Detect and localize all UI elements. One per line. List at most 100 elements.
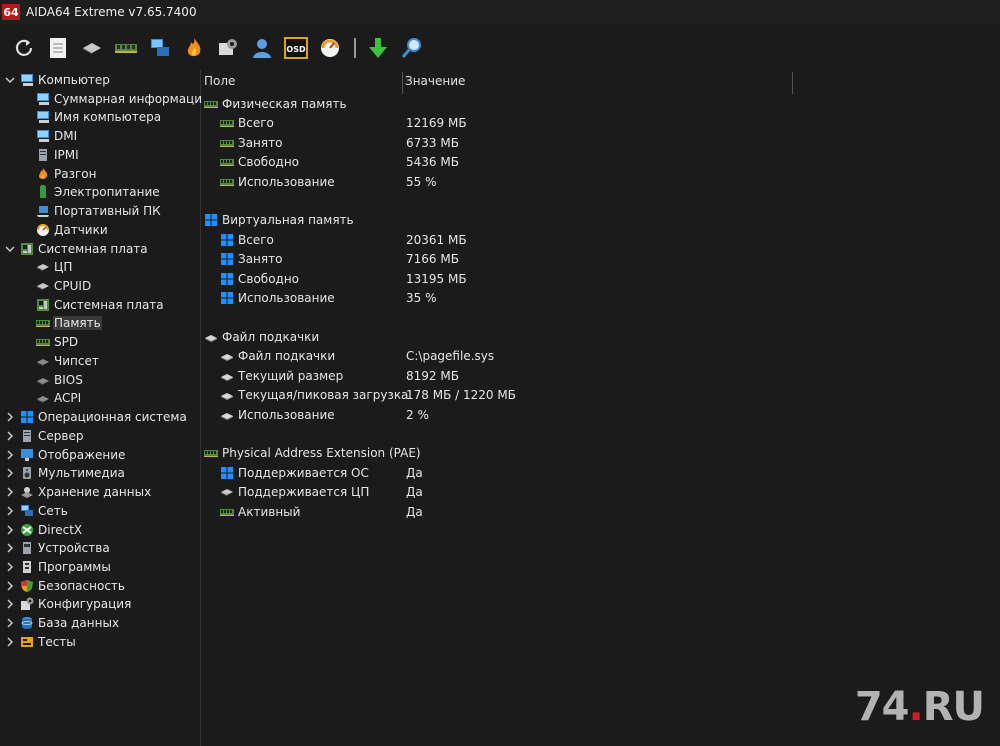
osd-label: OSD <box>286 45 306 54</box>
chevron-right-icon[interactable] <box>4 430 16 442</box>
section-header[interactable]: Файл подкачки <box>204 327 319 346</box>
tree-item[interactable]: Конфигурация <box>4 595 132 613</box>
tree-item[interactable]: ACPI <box>20 389 82 407</box>
chevron-right-icon[interactable] <box>4 524 16 536</box>
memory-icon <box>36 316 50 330</box>
network-icon <box>151 39 169 56</box>
tree-item[interactable]: Компьютер <box>4 71 111 89</box>
overclock-button[interactable] <box>182 36 206 60</box>
tree-item[interactable]: Отображение <box>4 446 126 464</box>
chevron-down-icon[interactable] <box>4 74 16 86</box>
network-button[interactable] <box>148 36 172 60</box>
chevron-right-icon[interactable] <box>4 561 16 573</box>
tree-item[interactable]: Электропитание <box>20 183 161 201</box>
table-row[interactable]: Всего 20361 МБ <box>220 230 980 249</box>
tree-item[interactable]: DirectX <box>4 521 83 539</box>
chevron-right-icon[interactable] <box>4 411 16 423</box>
tree-item[interactable]: ЦП <box>20 258 73 276</box>
field-value: Да <box>406 485 423 499</box>
sensors-button[interactable] <box>318 36 342 60</box>
column-divider[interactable] <box>792 72 793 94</box>
chip-icon <box>36 373 50 387</box>
tree-item[interactable]: Программы <box>4 558 112 576</box>
chevron-down-icon[interactable] <box>4 243 16 255</box>
chevron-right-icon[interactable] <box>4 580 16 592</box>
user-button[interactable] <box>250 36 274 60</box>
tree-item[interactable]: Чипсет <box>20 352 100 370</box>
chevron-right-icon[interactable] <box>4 449 16 461</box>
tree-item[interactable]: Суммарная информация <box>20 90 210 108</box>
refresh-button[interactable] <box>12 36 36 60</box>
tree-item[interactable]: Сеть <box>4 502 69 520</box>
field-label: Использование <box>238 291 335 305</box>
tree-item[interactable]: Безопасность <box>4 577 126 595</box>
table-row[interactable]: Использование 55 % <box>220 172 980 191</box>
tree-item[interactable]: DMI <box>20 127 78 145</box>
chip-icon <box>36 354 50 368</box>
table-row[interactable]: Использование 2 % <box>220 405 980 424</box>
section-header[interactable]: Физическая память <box>204 94 347 113</box>
config-button[interactable] <box>216 36 240 60</box>
tree-item[interactable]: Память <box>20 314 102 332</box>
table-row[interactable]: Активный Да <box>220 502 980 521</box>
memory-button[interactable] <box>114 36 138 60</box>
chevron-right-icon[interactable] <box>4 467 16 479</box>
tree-item[interactable]: Системная плата <box>20 296 165 314</box>
table-row[interactable]: Поддерживается ЦП Да <box>220 483 980 502</box>
osd-button[interactable]: OSD <box>284 36 308 60</box>
tree-item[interactable]: CPUID <box>20 277 92 295</box>
section-header[interactable]: Виртуальная память <box>204 211 354 230</box>
section-header[interactable]: Physical Address Extension (PAE) <box>204 444 421 463</box>
tree-item[interactable]: Разгон <box>20 165 97 183</box>
tree-item[interactable]: Мультимедиа <box>4 464 126 482</box>
tree-item[interactable]: Хранение данных <box>4 483 152 501</box>
tree-item[interactable]: Портативный ПК <box>20 202 162 220</box>
tree-item[interactable]: BIOS <box>20 371 84 389</box>
computer-icon <box>36 129 50 143</box>
table-row[interactable]: Занято 6733 МБ <box>220 133 980 152</box>
motherboard-icon <box>20 242 34 256</box>
chevron-right-icon[interactable] <box>4 617 16 629</box>
tree-item[interactable]: Операционная система <box>4 408 188 426</box>
table-row[interactable]: Свободно 13195 МБ <box>220 269 980 288</box>
table-row[interactable]: Занято 7166 МБ <box>220 250 980 269</box>
table-row[interactable]: Свободно 5436 МБ <box>220 153 980 172</box>
tree-item[interactable]: Тесты <box>4 633 77 651</box>
memory-icon <box>204 446 218 460</box>
tree-item[interactable]: SPD <box>20 333 79 351</box>
motherboard-button[interactable] <box>80 36 104 60</box>
server-icon <box>20 429 34 443</box>
tree-item[interactable]: Имя компьютера <box>20 108 162 126</box>
search-button[interactable] <box>400 36 424 60</box>
tree-item[interactable]: База данных <box>4 614 120 632</box>
tree-item-label: Системная плата <box>54 297 164 312</box>
section-title: Виртуальная память <box>222 213 354 227</box>
chevron-right-icon[interactable] <box>4 636 16 648</box>
table-row[interactable]: Текущий размер 8192 МБ <box>220 366 980 385</box>
table-row[interactable]: Поддерживается ОС Да <box>220 463 980 482</box>
column-header-value[interactable]: Значение <box>403 70 465 92</box>
column-header-field[interactable]: Поле <box>202 70 235 92</box>
tree-item-label: DMI <box>54 129 78 144</box>
tree-item[interactable]: Датчики <box>20 221 109 239</box>
config-icon <box>219 39 237 55</box>
report-button[interactable] <box>46 36 70 60</box>
tree-item[interactable]: Системная плата <box>4 240 149 258</box>
tree-item-label: Сеть <box>38 503 68 518</box>
field-label: Поддерживается ЦП <box>238 485 370 499</box>
tree-item[interactable]: Сервер <box>4 427 84 445</box>
chevron-right-icon[interactable] <box>4 505 16 517</box>
table-row[interactable]: Всего 12169 МБ <box>220 114 980 133</box>
tree-item[interactable]: IPMI <box>20 146 80 164</box>
table-row[interactable]: Файл подкачки C:\pagefile.sys <box>220 347 980 366</box>
tree-item-label: Хранение данных <box>38 485 152 500</box>
tree-item-label: DirectX <box>38 522 83 537</box>
chevron-right-icon[interactable] <box>4 598 16 610</box>
chevron-right-icon[interactable] <box>4 542 16 554</box>
chevron-right-icon[interactable] <box>4 486 16 498</box>
tree-item[interactable]: Устройства <box>4 539 111 557</box>
table-row[interactable]: Текущая/пиковая загрузка 178 МБ / 1220 МБ <box>220 386 980 405</box>
tree-item-label: Безопасность <box>38 578 125 593</box>
download-button[interactable] <box>366 36 390 60</box>
table-row[interactable]: Использование 35 % <box>220 289 980 308</box>
